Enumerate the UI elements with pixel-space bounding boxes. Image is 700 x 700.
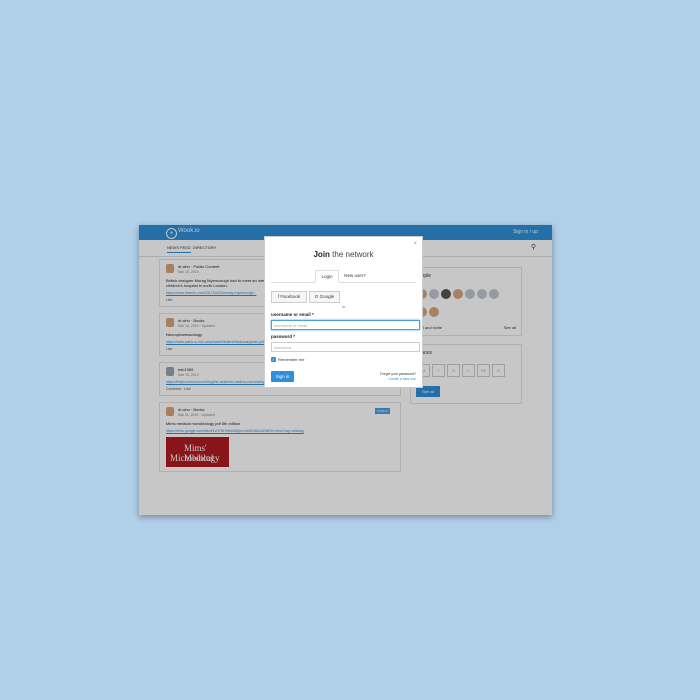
facebook-button[interactable]: f Facebook	[271, 291, 307, 303]
modal-title: Join the network	[265, 250, 422, 259]
tab-login[interactable]: Login	[315, 270, 339, 283]
or-divider: or	[341, 304, 346, 309]
username-label: username or email *	[271, 312, 314, 317]
username-input[interactable]	[271, 320, 420, 330]
password-input[interactable]	[271, 342, 420, 352]
google-button[interactable]: G Google	[309, 291, 340, 303]
close-icon[interactable]: ×	[413, 241, 417, 247]
forgot-password-text: Forgot your password?	[380, 372, 416, 376]
modal-tabs: Login New user?	[271, 270, 416, 283]
create-password-link[interactable]: Create a new one	[380, 377, 416, 381]
signin-button[interactable]: Sign in	[271, 371, 294, 382]
remember-label[interactable]: Remember me	[278, 357, 304, 362]
tab-new-user[interactable]: New user?	[341, 270, 369, 281]
remember-checkbox[interactable]: ✓	[271, 357, 276, 362]
forgot-password: Forgot your password? Create a new one	[380, 372, 416, 381]
password-label: password *	[271, 334, 296, 339]
modal-title-rest: the network	[329, 250, 374, 259]
browser-window: + Wook.io Sign in / up NEWS FEED DIRECTO…	[139, 225, 552, 515]
join-modal: × Join the network Login New user? f Fac…	[264, 236, 423, 388]
modal-title-bold: Join	[313, 250, 330, 259]
